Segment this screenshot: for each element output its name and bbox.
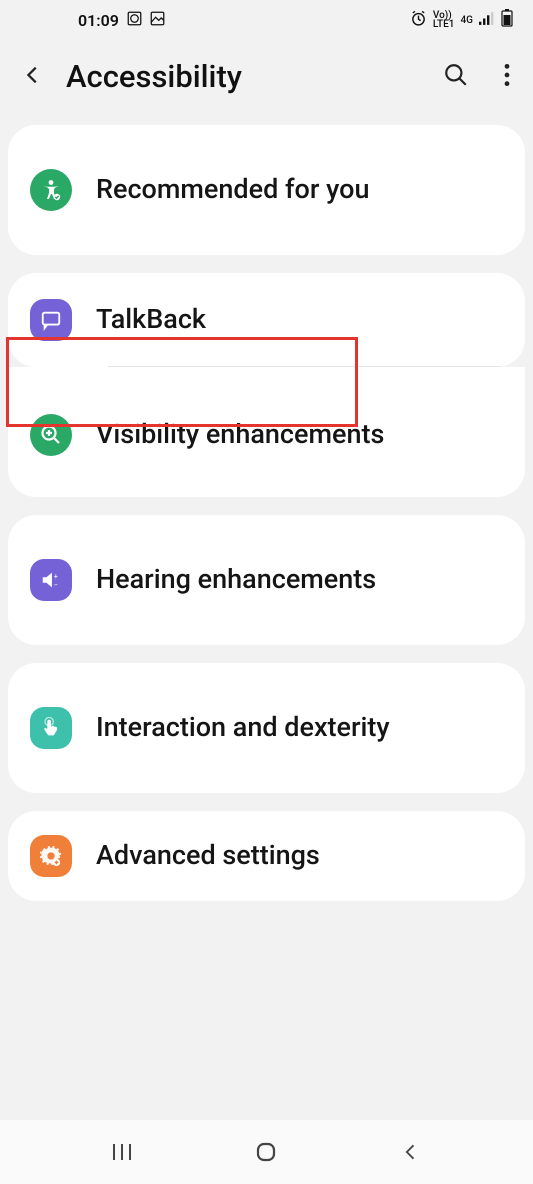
image-icon xyxy=(150,11,165,30)
app-header: Accessibility xyxy=(0,40,533,125)
navigation-bar xyxy=(0,1120,533,1184)
more-icon[interactable] xyxy=(503,62,511,92)
gear-plus-icon xyxy=(30,835,72,877)
status-bar: 01:09 Vo))LTE1 4G xyxy=(0,0,533,40)
status-time: 01:09 xyxy=(78,11,119,30)
status-net-label: Vo))LTE1 xyxy=(433,11,455,29)
clock-square-icon xyxy=(127,11,142,30)
settings-list: Recommended for you TalkBack Visibility … xyxy=(0,125,533,901)
alarm-icon xyxy=(410,10,427,31)
back-icon[interactable] xyxy=(22,64,44,90)
list-item-label: TalkBack xyxy=(96,303,503,337)
list-item-interaction[interactable]: Interaction and dexterity xyxy=(8,663,525,793)
battery-icon xyxy=(501,9,513,31)
nav-home[interactable] xyxy=(246,1132,286,1172)
page-title: Accessibility xyxy=(66,58,421,95)
svg-text:−: − xyxy=(54,580,58,589)
list-item-visibility[interactable]: Visibility enhancements xyxy=(8,367,525,497)
chat-icon xyxy=(30,299,72,341)
search-icon[interactable] xyxy=(443,62,469,92)
zoom-plus-icon xyxy=(30,414,72,456)
list-item-label: Recommended for you xyxy=(96,173,503,207)
list-item-talkback[interactable]: TalkBack xyxy=(8,273,525,367)
list-item-label: Hearing enhancements xyxy=(96,563,503,597)
list-item-advanced[interactable]: Advanced settings xyxy=(8,811,525,901)
list-item-label: Visibility enhancements xyxy=(96,418,503,452)
touch-icon xyxy=(30,707,72,749)
list-item-recommended[interactable]: Recommended for you xyxy=(8,125,525,255)
nav-back[interactable] xyxy=(391,1132,431,1172)
accessibility-icon xyxy=(30,169,72,211)
list-item-label: Interaction and dexterity xyxy=(96,711,503,745)
volume-adjust-icon: +− xyxy=(30,559,72,601)
status-net-4g: 4G xyxy=(461,16,474,25)
list-item-label: Advanced settings xyxy=(96,839,503,873)
list-item-hearing[interactable]: +− Hearing enhancements xyxy=(8,515,525,645)
nav-recents[interactable] xyxy=(102,1132,142,1172)
signal-icon xyxy=(479,11,495,30)
